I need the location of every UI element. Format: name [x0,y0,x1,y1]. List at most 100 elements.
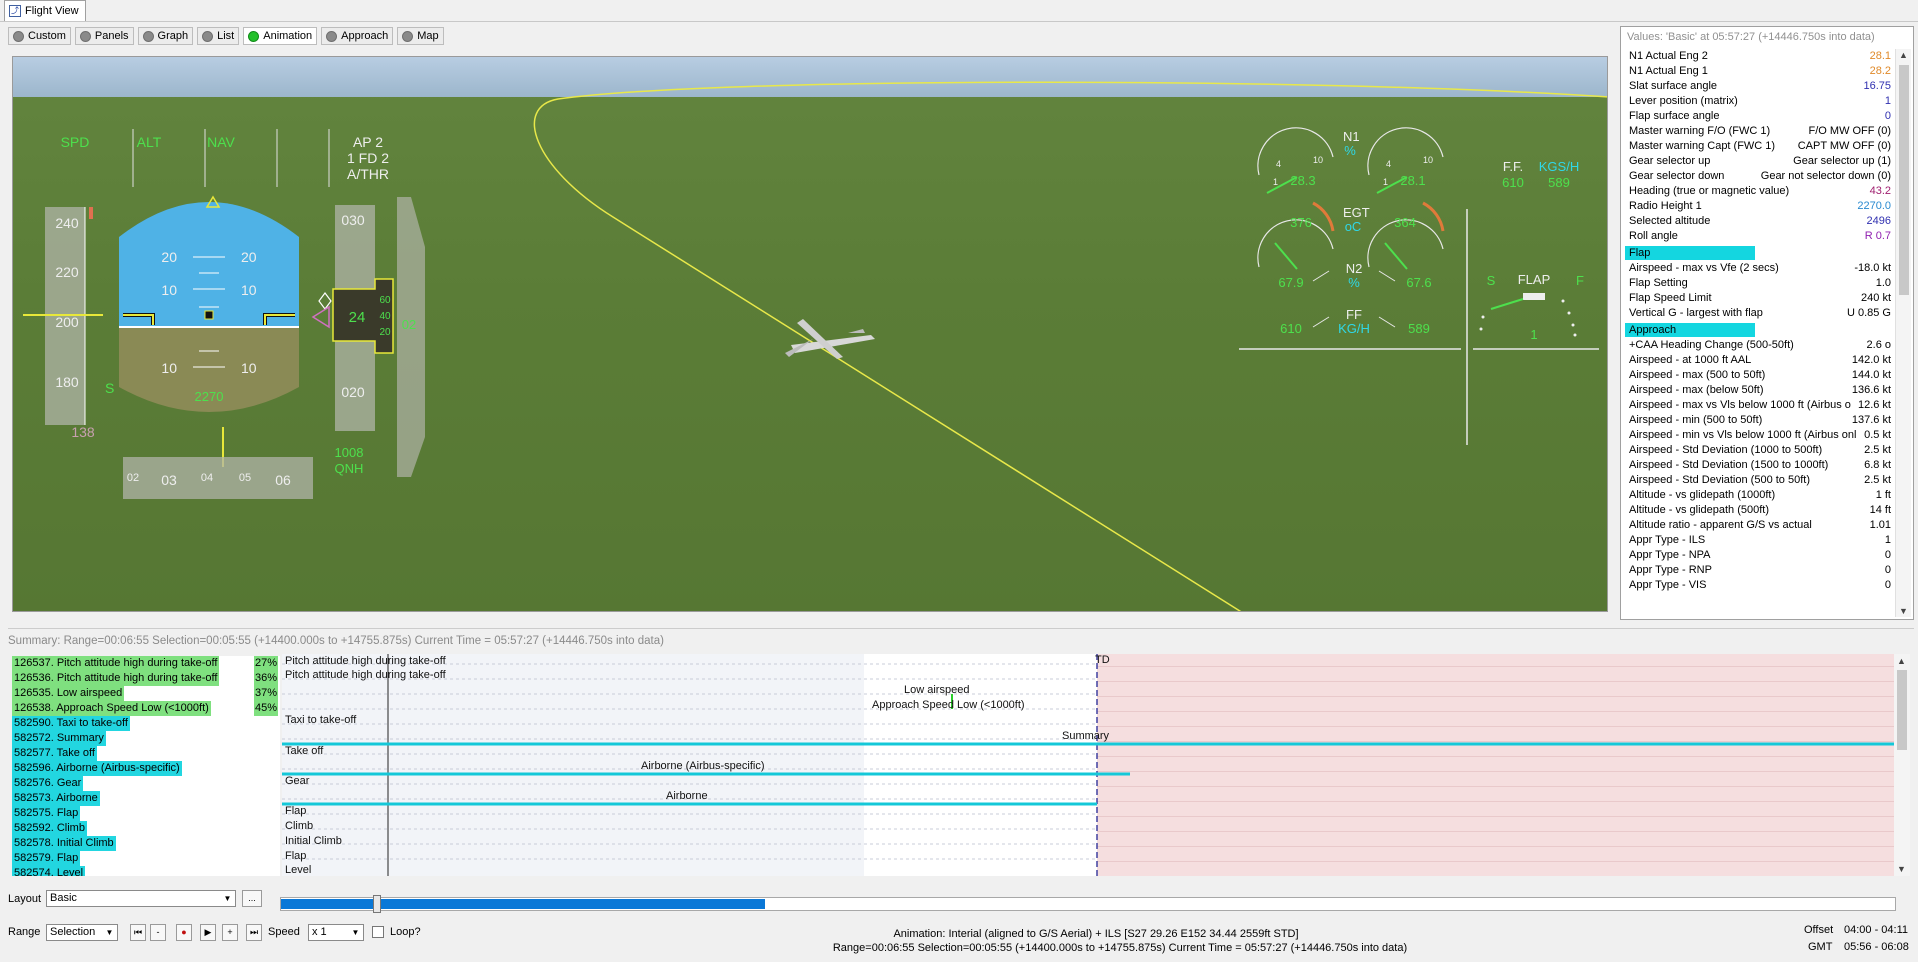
value-row[interactable]: Flap Setting 1.0 [1625,276,1893,291]
event-row[interactable]: 582575. Flap [12,806,280,821]
animation-view[interactable]: SPD ALT NAV AP 2 1 FD 2 A/THR 240 220 20… [12,56,1608,612]
value-row[interactable]: N1 Actual Eng 1 28.2 [1625,64,1893,79]
value-row[interactable]: Airspeed - max vs Vfe (2 secs) -18.0 kt [1625,261,1893,276]
event-row[interactable]: 126538. Approach Speed Low (<1000ft) 45% [12,701,280,716]
value-row[interactable]: Gear selector up Gear selector up (1) [1625,154,1893,169]
speed-select[interactable]: x 1 ▼ [308,924,364,941]
scroll-up-icon[interactable]: ▲ [1899,50,1908,60]
layout-select[interactable]: Basic ▼ [46,890,236,907]
scroll-down-icon[interactable]: ▼ [1897,864,1906,874]
value-row[interactable]: Altitude - vs glidepath (1000ft) 1 ft [1625,488,1893,503]
values-scrollbar[interactable]: ▲ ▼ [1895,49,1911,617]
scroll-up-icon[interactable]: ▲ [1897,656,1906,666]
event-row[interactable]: 582592. Climb [12,821,280,836]
value-row[interactable]: Airspeed - Std Deviation (1000 to 500ft)… [1625,443,1893,458]
event-row[interactable]: 126537. Pitch attitude high during take-… [12,656,280,671]
event-row[interactable]: 126536. Pitch attitude high during take-… [12,671,280,686]
skip-start-button[interactable]: ⏮ [130,924,146,941]
tab-label: List [217,30,235,42]
timeline-label: Gear [285,775,310,787]
tab-animation[interactable]: Animation [243,27,318,45]
value-row[interactable]: Airspeed - Std Deviation (1500 to 1000ft… [1625,458,1893,473]
value-row[interactable]: +CAA Heading Change (500-50ft) 2.6 o [1625,338,1893,353]
play-button[interactable]: ▶ [200,924,216,941]
value-row[interactable]: Radio Height 1 2270.0 [1625,199,1893,214]
record-button[interactable]: ● [176,924,192,941]
value-row[interactable]: Airspeed - at 1000 ft AAL 142.0 kt [1625,353,1893,368]
fma-fd: 1 FD 2 [347,150,389,166]
value-row[interactable]: Vertical G - largest with flap U 0.85 G [1625,306,1893,321]
tab-graph[interactable]: Graph [137,27,194,45]
section-header[interactable]: Flap [1625,246,1893,260]
playback-progress-bar[interactable] [280,895,1896,913]
value-row[interactable]: Flap surface angle 0 [1625,109,1893,124]
value-row[interactable]: Flap Speed Limit 240 kt [1625,291,1893,306]
value-label: N1 Actual Eng 1 [1629,65,1708,77]
scroll-thumb[interactable] [1899,65,1909,295]
gauge-tick: 10 [1313,155,1323,165]
tab-custom[interactable]: Custom [8,27,71,45]
pitch-label: 10 [241,282,257,298]
step-back-button[interactable]: - [150,924,166,941]
value-row[interactable]: Altitude - vs glidepath (500ft) 14 ft [1625,503,1893,518]
event-row[interactable]: 582579. Flap [12,851,280,866]
skip-end-button[interactable]: ⏭ [246,924,262,941]
value-row[interactable]: Heading (true or magnetic value) 43.2 [1625,184,1893,199]
event-row[interactable]: 582576. Gear [12,776,280,791]
step-forward-button[interactable]: + [222,924,238,941]
ff-panel-unit: KGS/H [1539,159,1579,174]
tab-panels[interactable]: Panels [74,27,134,45]
event-row[interactable]: 582596. Airborne (Airbus-specific) [12,761,280,776]
value-row[interactable]: Airspeed - max vs Vls below 1000 ft (Air… [1625,398,1893,413]
skip-start-icon: ⏮ [133,927,143,937]
tab-approach[interactable]: Approach [321,27,394,45]
value-row[interactable]: Airspeed - min (500 to 50ft) 137.6 kt [1625,413,1893,428]
value-row[interactable]: Appr Type - VIS 0 [1625,578,1893,593]
scroll-thumb[interactable] [1897,670,1907,750]
loop-checkbox[interactable] [372,926,384,938]
event-row[interactable]: 582577. Take off [12,746,280,761]
mach-value: 138 [71,424,95,440]
timeline-label: Pitch attitude high during take-off [285,669,446,681]
event-timeline[interactable]: TD Pitch attitude high during take-off P… [282,654,1894,876]
value-row[interactable]: Lever position (matrix) 1 [1625,94,1893,109]
tab-list[interactable]: List [197,27,240,45]
event-row[interactable]: 582573. Airborne [12,791,280,806]
scroll-down-icon[interactable]: ▼ [1899,606,1908,616]
value-row[interactable]: Master warning Capt (FWC 1) CAPT MW OFF (… [1625,139,1893,154]
event-row[interactable]: 582574. Level [12,866,280,876]
events-list[interactable]: 126537. Pitch attitude high during take-… [12,656,280,876]
layout-options-button[interactable]: ... [242,890,262,907]
playback-slider-thumb[interactable] [373,895,381,913]
value-row[interactable]: N1 Actual Eng 2 28.1 [1625,49,1893,64]
value-label: Airspeed - min vs Vls below 1000 ft (Air… [1629,429,1857,441]
value-row[interactable]: Selected altitude 2496 [1625,214,1893,229]
value-reading: 0 [1884,549,1891,561]
playback-progress-fill [281,899,765,909]
value-row[interactable]: Master warning F/O (FWC 1) F/O MW OFF (0) [1625,124,1893,139]
event-row[interactable]: 582572. Summary [12,731,280,746]
event-row[interactable]: 582590. Taxi to take-off [12,716,280,731]
section-header[interactable]: Approach [1625,323,1893,337]
flap-s: S [1487,273,1496,288]
tab-map[interactable]: Map [397,27,444,45]
window-tab[interactable]: ⤴ Flight View [4,0,86,21]
value-label: Appr Type - RNP [1629,564,1712,576]
value-row[interactable]: Appr Type - RNP 0 [1625,563,1893,578]
values-list[interactable]: N1 Actual Eng 2 28.1 N1 Actual Eng 1 28.2 Sl… [1625,49,1893,617]
event-row[interactable]: 126535. Low airspeed 37% [12,686,280,701]
timeline-scrollbar[interactable]: ▲ ▼ [1894,654,1910,876]
value-row[interactable]: Airspeed - max (below 50ft) 136.6 kt [1625,383,1893,398]
value-row[interactable]: Altitude ratio - apparent G/S vs actual 1… [1625,518,1893,533]
value-row[interactable]: Appr Type - ILS 1 [1625,533,1893,548]
value-row[interactable]: Slat surface angle 16.75 [1625,79,1893,94]
range-select[interactable]: Selection ▼ [46,924,118,941]
value-row[interactable]: Airspeed - min vs Vls below 1000 ft (Air… [1625,428,1893,443]
value-row[interactable]: Airspeed - max (500 to 50ft) 144.0 kt [1625,368,1893,383]
value-row[interactable]: Airspeed - Std Deviation (500 to 50ft) 2.… [1625,473,1893,488]
value-row[interactable]: Gear selector down Gear not selector down… [1625,169,1893,184]
value-row[interactable]: Roll angle R 0.7 [1625,229,1893,244]
tab-status-icon [402,30,414,42]
value-row[interactable]: Appr Type - NPA 0 [1625,548,1893,563]
event-row[interactable]: 582578. Initial Climb [12,836,280,851]
